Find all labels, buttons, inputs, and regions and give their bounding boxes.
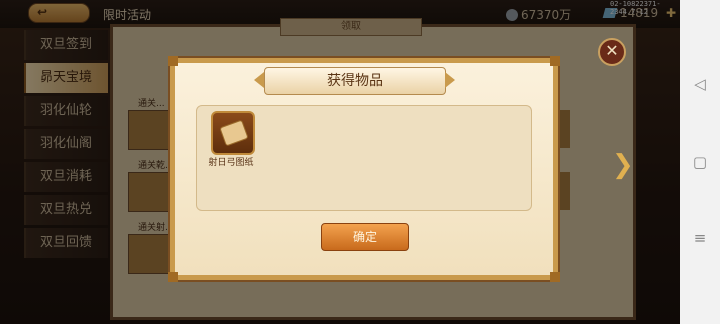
game-screen: ↩ 限时活动 67370万 14819 ✚ 02-10822371-2344.7… [0,0,680,324]
frame-corner [168,272,178,282]
frame-corner [550,272,560,282]
next-arrow-icon[interactable]: ❯ [612,150,634,180]
frame-corner [550,56,560,66]
android-nav-bar: ◁ ▢ ≡ [680,0,720,324]
item-name: 射日弓图纸 [208,158,254,168]
scroll-glyph [219,119,249,147]
back-triangle-icon[interactable]: ◁ [690,74,710,94]
close-icon[interactable]: ✕ [598,38,626,66]
ribbon-left-tip [254,72,264,88]
scroll-icon[interactable] [211,111,255,155]
frame-corner [168,56,178,66]
ribbon-right-tip [445,72,455,88]
menu-lines-icon[interactable]: ≡ [690,228,710,248]
home-square-icon[interactable]: ▢ [690,152,710,172]
dialog-title: 获得物品 [264,67,446,95]
confirm-button[interactable]: 确定 [321,223,409,251]
reward-dialog: 获得物品 射日弓图纸 确定 [168,56,560,282]
